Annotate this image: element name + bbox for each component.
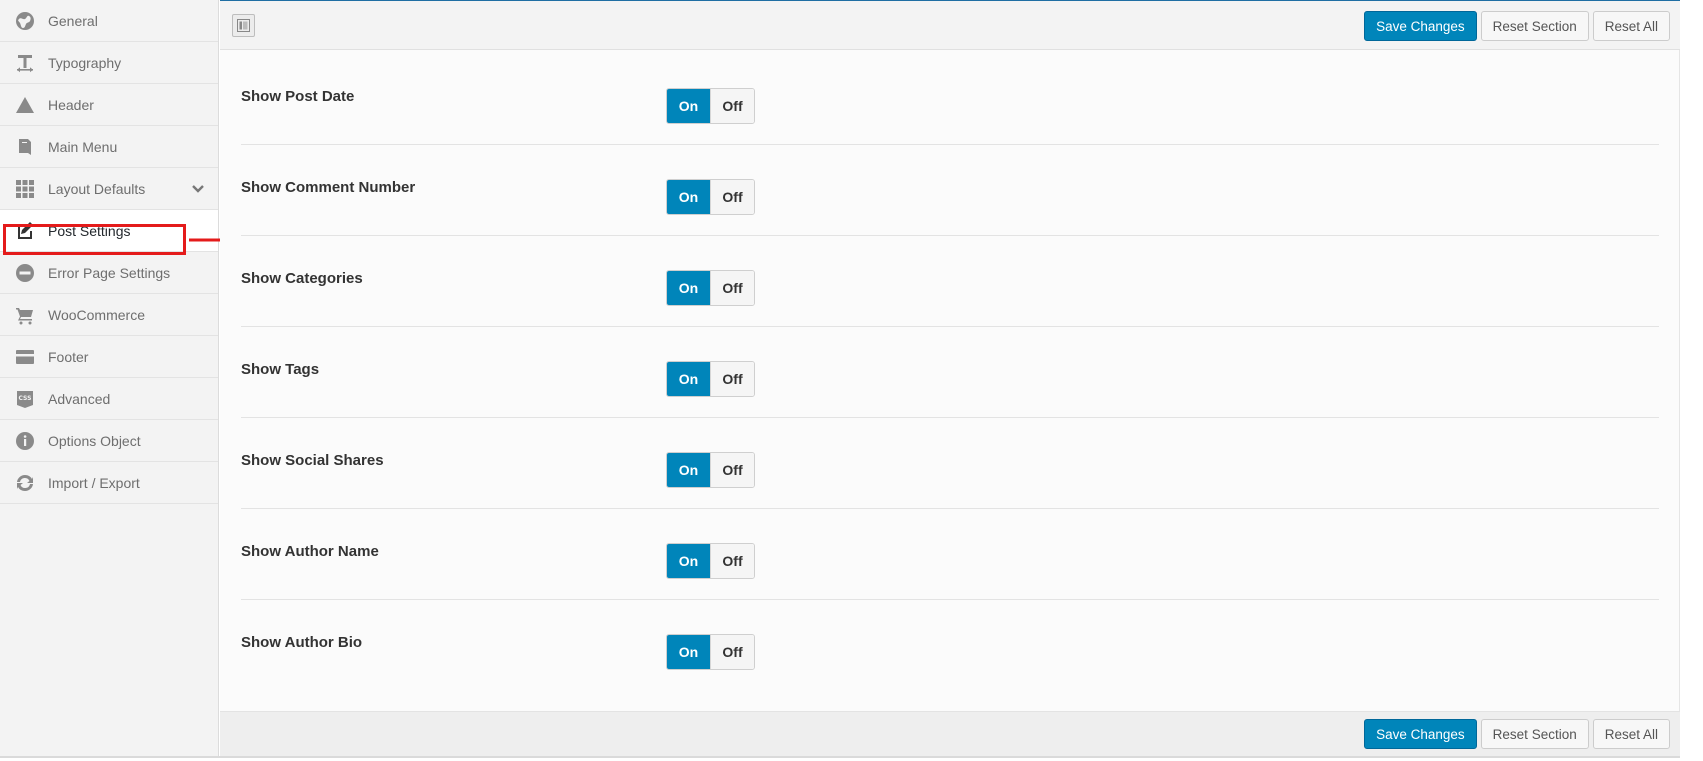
no-entry-icon [14,262,36,284]
toggle-off-button[interactable]: Off [710,544,754,578]
sidebar-item-label: Import / Export [48,474,140,491]
toggle-off-button[interactable]: Off [710,362,754,396]
refresh-icon [14,472,36,494]
cart-icon [14,304,36,326]
layout-icon [237,19,250,32]
toggle-switch[interactable]: On Off [666,270,755,306]
toggle-on-button[interactable]: On [667,544,710,578]
toggle-on-button[interactable]: On [667,362,710,396]
toggle-on-button[interactable]: On [667,453,710,487]
toggle-on-button[interactable]: On [667,271,710,305]
sidebar-item-layout-defaults[interactable]: Layout Defaults [0,168,218,210]
sidebar-item-label: Typography [48,54,122,71]
reset-all-button[interactable]: Reset All [1592,719,1670,749]
save-changes-button[interactable]: Save Changes [1364,11,1477,41]
bottom-toolbar: Save Changes Reset Section Reset All [220,711,1680,756]
toggle-off-button[interactable]: Off [710,180,754,214]
toggle-switch[interactable]: On Off [666,88,755,124]
grid-icon [14,178,36,200]
setting-label: Show Author Bio [241,634,363,651]
sidebar-item-label: General [48,12,98,29]
setting-row-show-social-shares: Show Social Shares On Off [241,418,1659,509]
setting-label: Show Post Date [241,88,355,105]
sidebar-item-error-page-settings[interactable]: Error Page Settings [0,252,218,294]
setting-row-show-post-date: Show Post Date On Off [241,54,1659,145]
card-icon [14,346,36,368]
sidebar-item-label: Post Settings [48,222,131,239]
sidebar-item-options-object[interactable]: Options Object [0,420,218,462]
settings-content: Show Post Date On Off Show Comment Numbe… [220,50,1680,711]
reset-all-button[interactable]: Reset All [1592,11,1670,41]
setting-label: Show Tags [241,361,320,378]
toggle-switch[interactable]: On Off [666,452,755,488]
top-action-buttons: Save Changes Reset Section Reset All [1364,11,1670,41]
sidebar-item-label: Layout Defaults [48,180,146,197]
css-icon: CSS [14,388,36,410]
sidebar-item-general[interactable]: General [0,0,218,42]
save-changes-button[interactable]: Save Changes [1364,719,1477,749]
sidebar-item-label: Header [48,96,94,113]
sidebar-item-label: Main Menu [48,138,118,155]
setting-label: Show Social Shares [241,452,384,469]
text-icon [14,52,36,74]
toggle-off-button[interactable]: Off [710,89,754,123]
toggle-switch[interactable]: On Off [666,634,755,670]
triangle-icon [14,94,36,116]
setting-row-show-categories: Show Categories On Off [241,236,1659,327]
book-icon [14,136,36,158]
setting-row-show-author-bio: Show Author Bio On Off [241,600,1659,691]
toggle-off-button[interactable]: Off [710,453,754,487]
sidebar-item-label: Advanced [48,390,111,407]
sidebar: General Typography Header Main Menu Layo… [0,0,219,756]
sidebar-item-import-export[interactable]: Import / Export [0,462,218,504]
sidebar-item-label: Error Page Settings [48,264,171,281]
sidebar-item-typography[interactable]: Typography [0,42,218,84]
options-panel: General Typography Header Main Menu Layo… [0,0,1680,758]
info-icon [14,430,36,452]
sidebar-item-label: Footer [48,348,89,365]
setting-row-show-tags: Show Tags On Off [241,327,1659,418]
setting-row-show-comment-number: Show Comment Number On Off [241,145,1659,236]
setting-label: Show Author Name [241,543,379,560]
sidebar-item-label: WooCommerce [48,306,145,323]
toggle-off-button[interactable]: Off [710,635,754,669]
sidebar-item-advanced[interactable]: CSS Advanced [0,378,218,420]
globe-icon [14,10,36,32]
toggle-on-button[interactable]: On [667,180,710,214]
reset-section-button[interactable]: Reset Section [1480,11,1589,41]
expand-sidebar-button[interactable] [232,14,255,37]
toggle-on-button[interactable]: On [667,89,710,123]
setting-label: Show Categories [241,270,363,287]
bottom-divider [0,756,1680,758]
sidebar-item-main-menu[interactable]: Main Menu [0,126,218,168]
chevron-down-icon[interactable] [190,181,206,197]
bottom-action-buttons: Save Changes Reset Section Reset All [1364,719,1670,749]
toggle-on-button[interactable]: On [667,635,710,669]
edit-icon [14,220,36,242]
sidebar-item-label: Options Object [48,432,141,449]
setting-row-show-author-name: Show Author Name On Off [241,509,1659,600]
setting-label: Show Comment Number [241,179,416,196]
svg-text:CSS: CSS [19,395,32,402]
toggle-off-button[interactable]: Off [710,271,754,305]
sidebar-item-header[interactable]: Header [0,84,218,126]
sidebar-item-footer[interactable]: Footer [0,336,218,378]
toggle-switch[interactable]: On Off [666,361,755,397]
toggle-switch[interactable]: On Off [666,543,755,579]
reset-section-button[interactable]: Reset Section [1480,719,1589,749]
sidebar-item-woocommerce[interactable]: WooCommerce [0,294,218,336]
toggle-switch[interactable]: On Off [666,179,755,215]
top-toolbar: Save Changes Reset Section Reset All [220,0,1680,50]
sidebar-item-post-settings[interactable]: Post Settings [0,210,218,252]
